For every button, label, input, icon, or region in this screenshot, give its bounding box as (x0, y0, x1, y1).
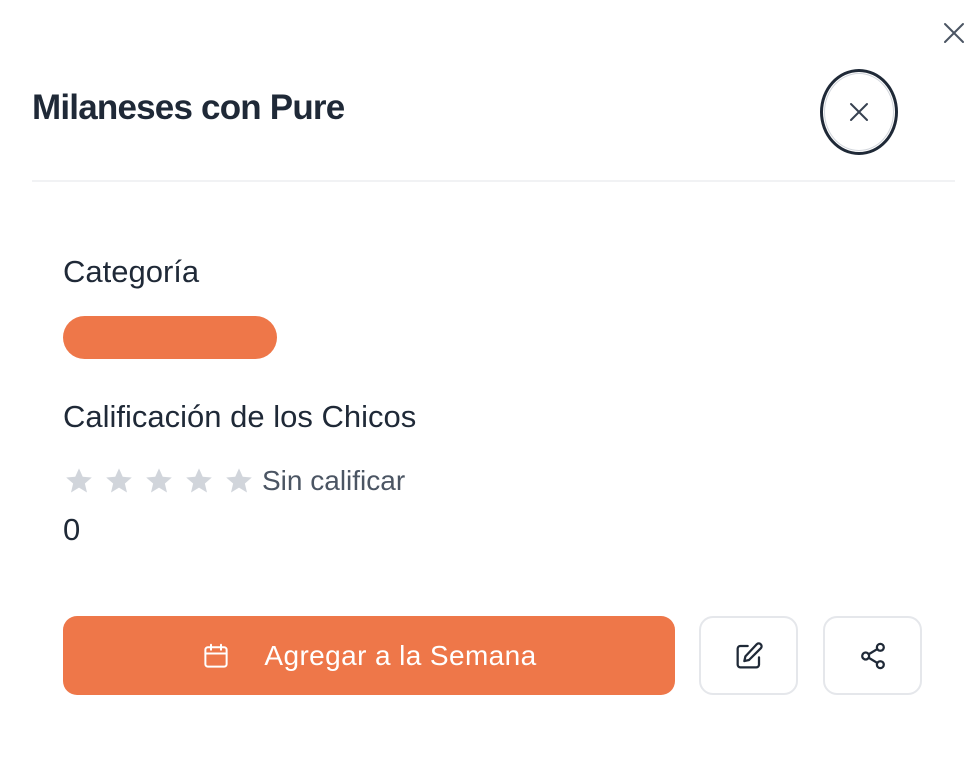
close-icon (850, 103, 868, 121)
share-button[interactable] (823, 616, 922, 695)
star-icon (226, 468, 252, 493)
star-4[interactable] (183, 465, 215, 497)
modal-close-button[interactable] (820, 69, 898, 155)
edit-icon (736, 641, 763, 668)
calendar-icon (201, 641, 231, 671)
star-icon (186, 468, 212, 493)
rating-count: 0 (63, 512, 81, 547)
add-to-week-label: Agregar a la Semana (264, 639, 537, 671)
modal-close-focus-ring (824, 73, 894, 151)
share-icon (860, 642, 885, 669)
edit-button[interactable] (699, 616, 798, 695)
rating-heading: Calificación de los Chicos (63, 399, 417, 434)
star-icon (146, 468, 172, 493)
star-icon (106, 468, 132, 493)
star-rating: Sin calificar (63, 460, 405, 502)
star-5[interactable] (223, 465, 255, 497)
star-3[interactable] (143, 465, 175, 497)
star-1[interactable] (63, 465, 95, 497)
star-icon (66, 468, 92, 493)
recipe-modal-page: Milaneses con Pure Categoría Calificació… (0, 0, 978, 760)
star-2[interactable] (103, 465, 135, 497)
category-heading: Categoría (63, 254, 200, 289)
add-to-week-button[interactable]: Agregar a la Semana (63, 616, 675, 695)
category-badge (63, 316, 277, 359)
page-title: Milaneses con Pure (32, 88, 345, 127)
rating-status-text: Sin calificar (262, 465, 406, 496)
